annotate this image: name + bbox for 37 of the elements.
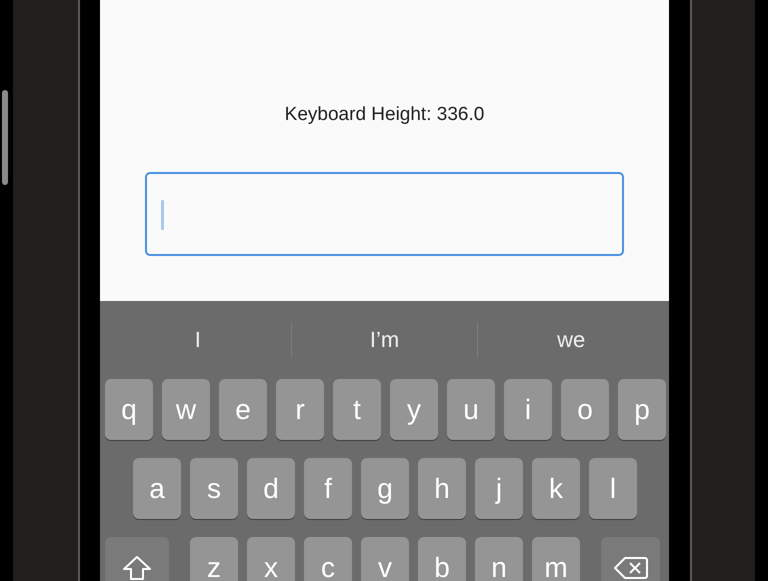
- shift-icon: [122, 554, 152, 580]
- shift-key[interactable]: [105, 537, 169, 581]
- letter-key[interactable]: l: [589, 458, 637, 519]
- letter-key[interactable]: e: [219, 379, 267, 440]
- keyboard-height-label: Keyboard Height: 336.0: [284, 104, 484, 126]
- letter-key[interactable]: b: [418, 537, 466, 581]
- letter-key[interactable]: d: [247, 458, 295, 519]
- suggestion[interactable]: I: [105, 320, 291, 360]
- letter-key[interactable]: y: [390, 379, 438, 440]
- scroll-handle[interactable]: [2, 90, 8, 185]
- suggestion[interactable]: we: [478, 320, 664, 360]
- letter-key[interactable]: q: [105, 379, 153, 440]
- letter-key[interactable]: h: [418, 458, 466, 519]
- letter-key[interactable]: t: [333, 379, 381, 440]
- letter-key[interactable]: o: [561, 379, 609, 440]
- letter-key[interactable]: u: [447, 379, 495, 440]
- letter-key[interactable]: w: [162, 379, 210, 440]
- letter-key[interactable]: a: [133, 458, 181, 519]
- letter-key[interactable]: x: [247, 537, 295, 581]
- backspace-icon: [614, 556, 648, 580]
- letter-key[interactable]: k: [532, 458, 580, 519]
- suggestion[interactable]: I’m: [292, 320, 478, 360]
- delete-key[interactable]: [601, 537, 660, 581]
- letter-key[interactable]: j: [475, 458, 523, 519]
- letter-key[interactable]: f: [304, 458, 352, 519]
- letter-key[interactable]: c: [304, 537, 352, 581]
- letter-key[interactable]: m: [532, 537, 580, 581]
- letter-key[interactable]: z: [190, 537, 238, 581]
- letter-key[interactable]: r: [276, 379, 324, 440]
- letter-key[interactable]: g: [361, 458, 409, 519]
- letter-key[interactable]: p: [618, 379, 666, 440]
- text-field[interactable]: [145, 172, 624, 256]
- text-cursor: [161, 200, 164, 230]
- letter-key[interactable]: n: [475, 537, 523, 581]
- letter-key[interactable]: s: [190, 458, 238, 519]
- letter-key[interactable]: v: [361, 537, 409, 581]
- letter-key[interactable]: i: [504, 379, 552, 440]
